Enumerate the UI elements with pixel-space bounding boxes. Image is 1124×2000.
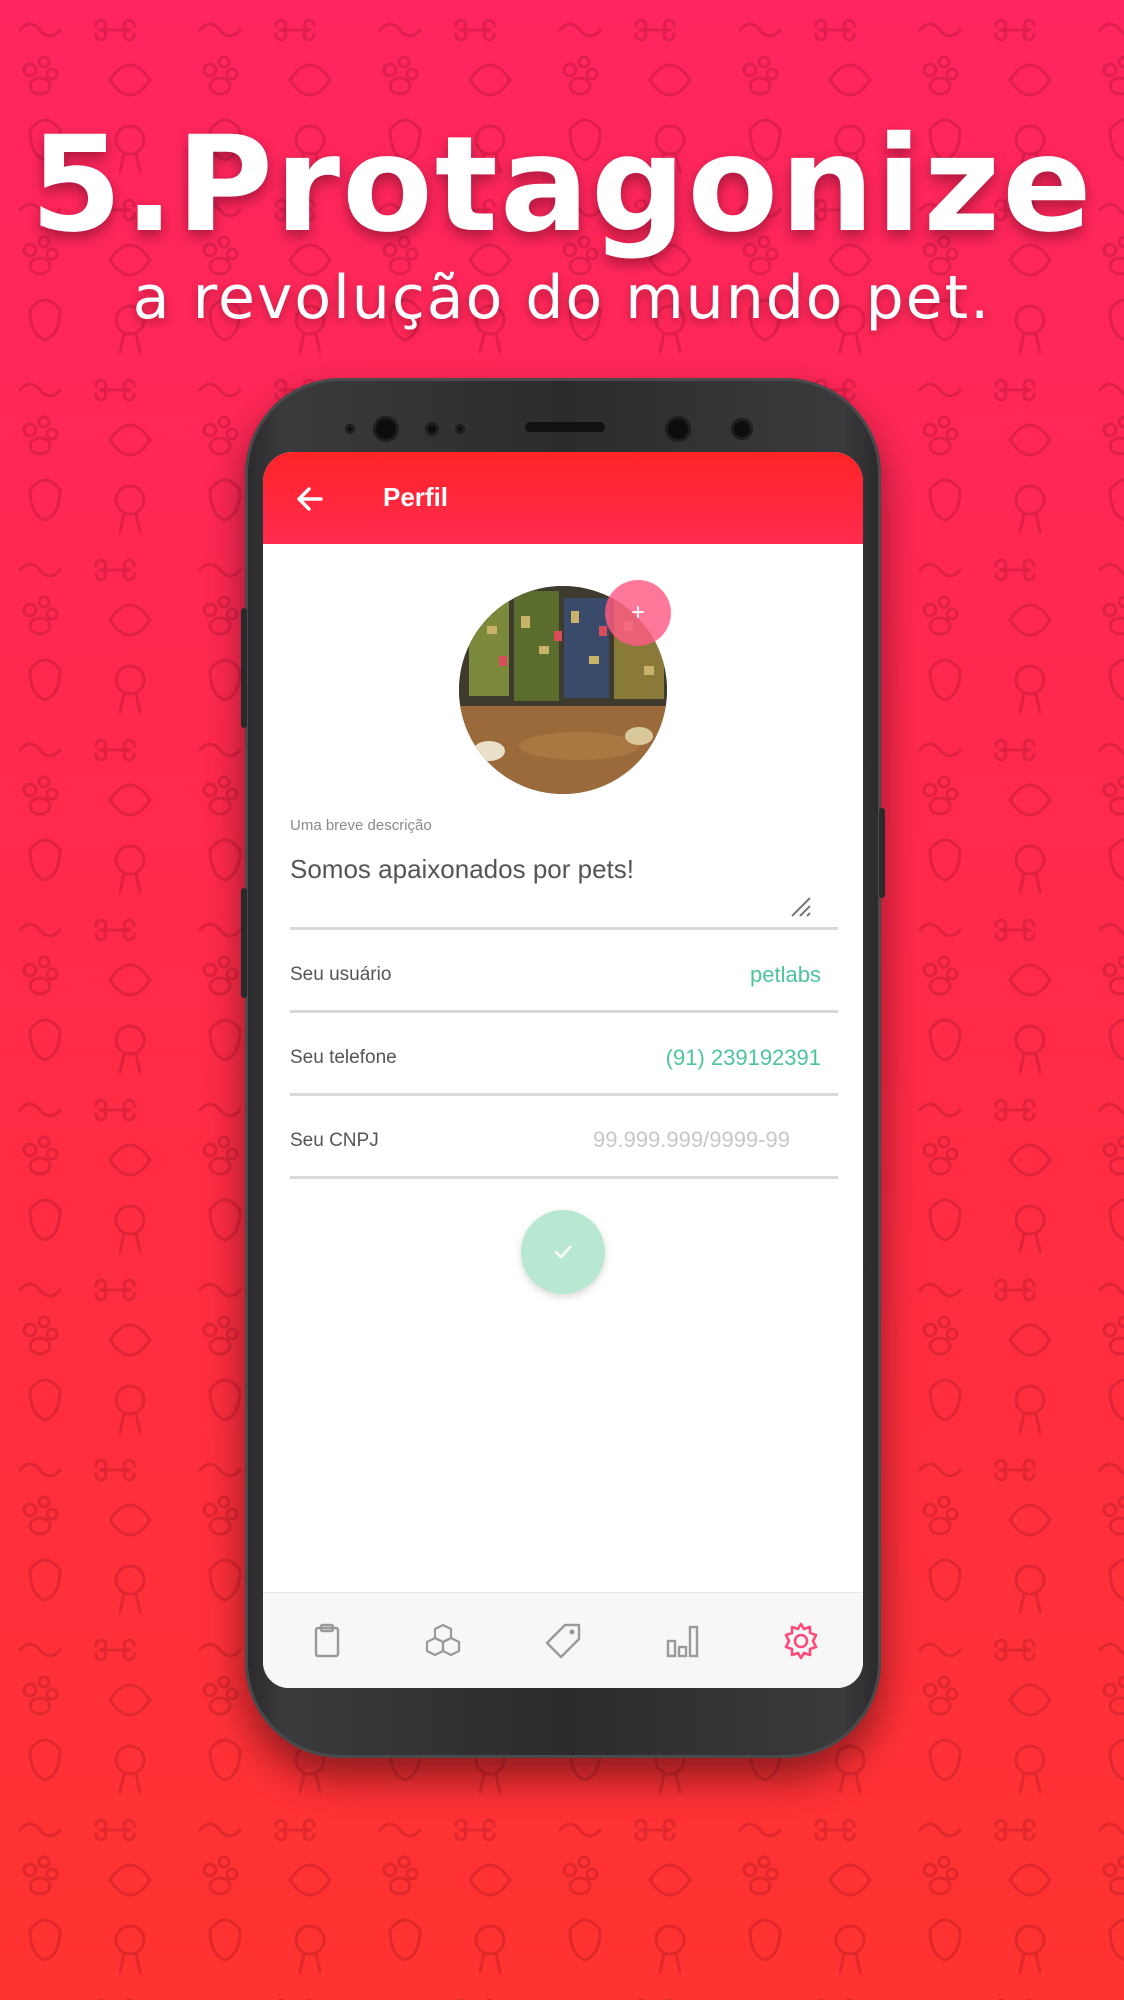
description-field[interactable]: Somos apaixonados por pets! <box>290 854 634 885</box>
bar-chart-icon[interactable] <box>663 1621 703 1661</box>
side-button <box>879 808 885 898</box>
front-camera <box>665 416 691 442</box>
username-field[interactable]: petlabs <box>750 962 821 988</box>
front-sensor <box>731 418 753 440</box>
front-sensor <box>345 424 355 434</box>
cnpj-field[interactable] <box>593 1124 807 1156</box>
headline: 5.Protagonize <box>30 108 1094 262</box>
phone-field[interactable]: (91) 239192391 <box>666 1045 821 1071</box>
confirm-button[interactable] <box>521 1210 605 1294</box>
divider <box>290 1010 838 1013</box>
boxes-icon[interactable] <box>423 1621 463 1661</box>
front-camera <box>373 416 399 442</box>
resize-handle-icon[interactable] <box>786 892 812 918</box>
divider <box>290 1093 838 1096</box>
page-title: Perfil <box>383 482 449 512</box>
phone-frame: Perfil + Uma breve descrição Somos apaix… <box>241 378 885 1758</box>
username-label: Seu usuário <box>290 964 392 985</box>
divider <box>290 1176 838 1179</box>
cnpj-label: Seu CNPJ <box>290 1130 379 1151</box>
clipboard-icon[interactable] <box>307 1621 347 1661</box>
app-screen: Perfil + Uma breve descrição Somos apaix… <box>263 452 863 1688</box>
subheadline: a revolução do mundo pet. <box>132 263 992 333</box>
gear-icon[interactable] <box>781 1621 821 1661</box>
add-photo-button[interactable]: + <box>605 580 671 646</box>
power-button <box>241 608 247 728</box>
front-sensor <box>455 424 465 434</box>
arrow-left-icon[interactable] <box>295 484 325 514</box>
divider <box>290 927 838 930</box>
earpiece-speaker <box>525 422 605 432</box>
app-bar: Perfil <box>263 452 863 544</box>
phone-label: Seu telefone <box>290 1047 397 1068</box>
check-icon <box>554 1245 572 1259</box>
bottom-navigation <box>263 1592 863 1688</box>
tag-icon[interactable] <box>543 1621 583 1661</box>
front-sensor <box>425 422 439 436</box>
volume-button <box>241 888 247 998</box>
description-label: Uma breve descrição <box>290 817 432 834</box>
